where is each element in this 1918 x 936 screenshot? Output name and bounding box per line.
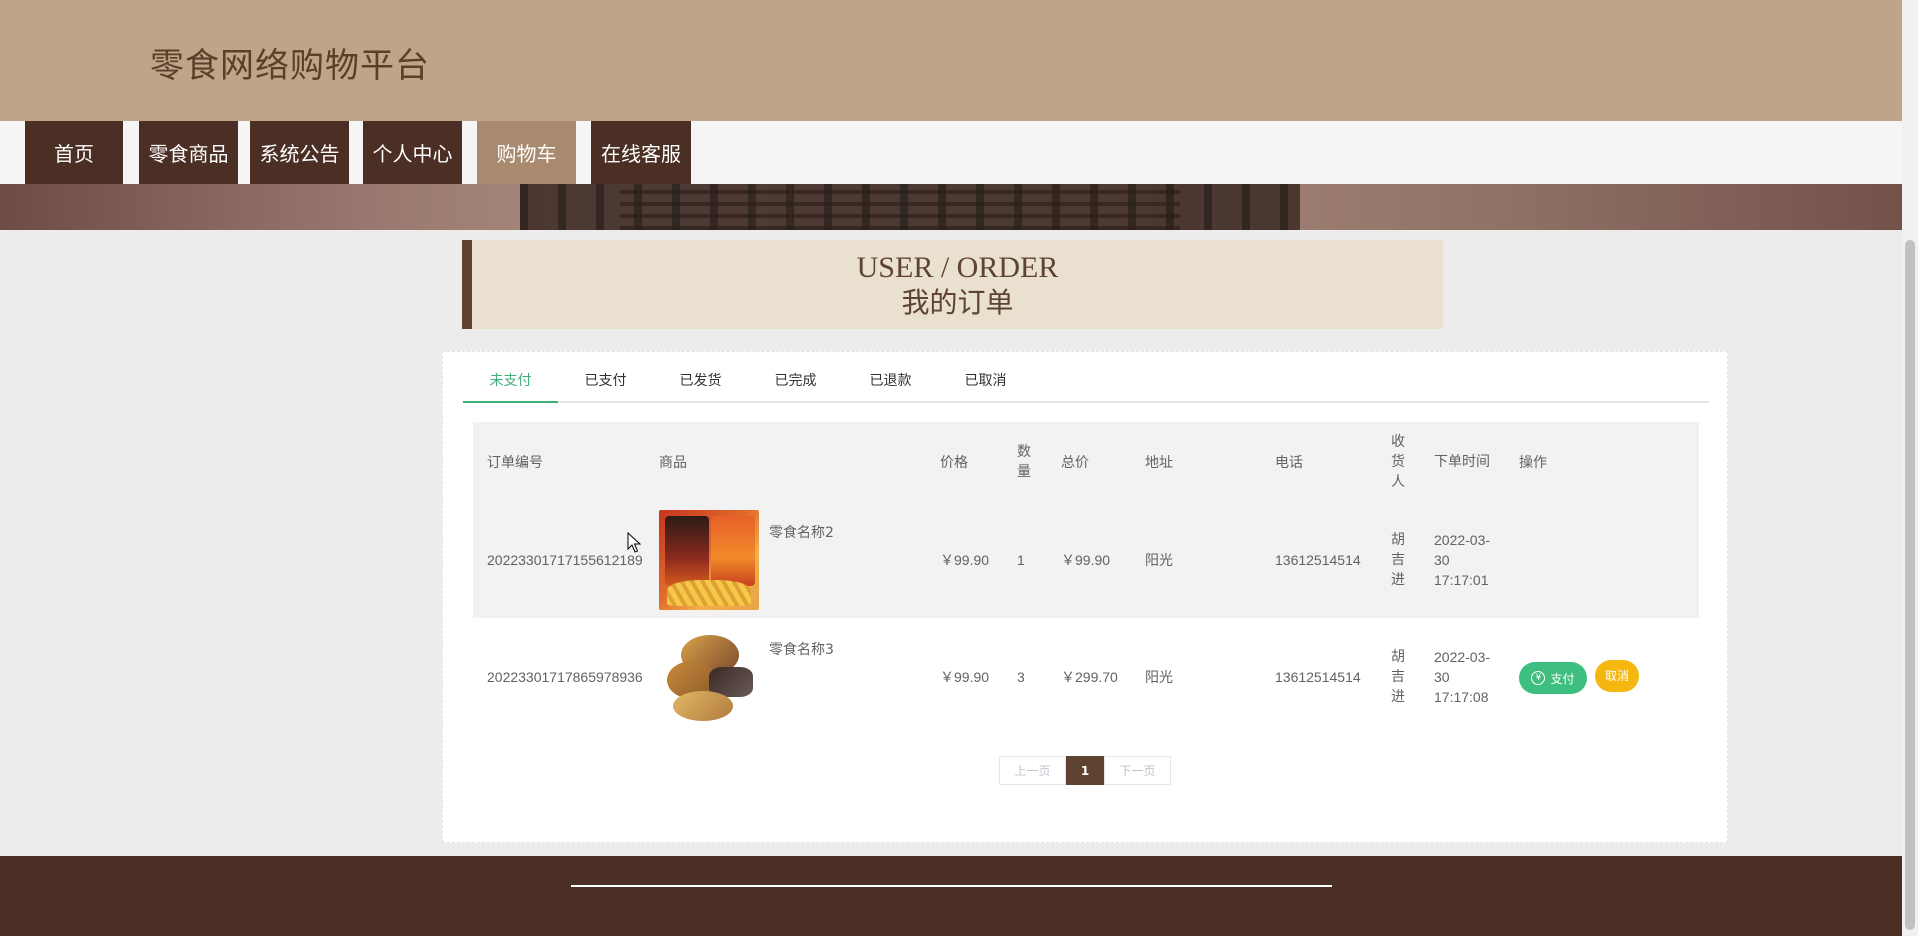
header-receiver: 收货人 xyxy=(1391,422,1434,502)
snack-piece xyxy=(673,691,733,721)
address: 阳光 xyxy=(1145,669,1173,685)
nav-online-service[interactable]: 在线客服 xyxy=(591,121,691,184)
header-quantity-text: 数量 xyxy=(1017,444,1031,480)
receiver-cell: 胡吉进 xyxy=(1391,502,1434,618)
header-goods: 商品 xyxy=(659,455,687,471)
header-actions: 操作 xyxy=(1519,455,1547,471)
tab-paid[interactable]: 已支付 xyxy=(558,352,653,403)
price: ￥99.90 xyxy=(940,669,990,685)
footer-divider xyxy=(571,885,1332,887)
receiver-cell: 胡吉进 xyxy=(1391,618,1434,736)
quantity: 3 xyxy=(1017,669,1025,685)
table-header-row: 订单编号 商品 价格 数量 总价 地址 电话 收货人 下单时间 操作 xyxy=(473,422,1699,502)
pay-button[interactable]: ¥ 支付 xyxy=(1519,662,1587,695)
table-row: 20223301717155612189 零食名称2 ￥99.90 1 ￥99.… xyxy=(473,502,1699,618)
phone: 13612514514 xyxy=(1275,552,1361,568)
nav-snack-products[interactable]: 零食商品 xyxy=(139,121,238,184)
order-no: 20223301717155612189 xyxy=(487,552,643,568)
order-time-cell: 2022-03-30 17:17:08 xyxy=(1434,618,1519,736)
order-time: 2022-03-30 17:17:01 xyxy=(1434,532,1491,588)
pay-button-label: 支付 xyxy=(1550,671,1575,686)
header-receiver-text: 收货人 xyxy=(1391,434,1405,490)
order-no: 20223301717865978936 xyxy=(487,669,643,685)
goods-image[interactable] xyxy=(659,510,759,610)
order-time-cell: 2022-03-30 17:17:01 xyxy=(1434,502,1519,618)
goods-name: 零食名称2 xyxy=(769,525,834,541)
goods-info: 零食名称3 xyxy=(659,627,940,727)
actions-cell: ¥ 支付 取消 xyxy=(1519,618,1699,736)
order-table: 订单编号 商品 价格 数量 总价 地址 电话 收货人 下单时间 操作 20223… xyxy=(473,422,1699,736)
header-total: 总价 xyxy=(1061,455,1089,471)
goods-image[interactable] xyxy=(659,627,759,727)
site-header: 零食网络购物平台 xyxy=(0,0,1902,121)
header-price: 价格 xyxy=(940,455,968,471)
header-order-no: 订单编号 xyxy=(487,455,543,471)
pagination: 上一页 1 下一页 xyxy=(999,756,1171,785)
order-time: 2022-03-30 17:17:08 xyxy=(1434,649,1491,705)
price: ￥99.90 xyxy=(940,552,990,568)
tab-completed[interactable]: 已完成 xyxy=(748,352,843,403)
tab-cancelled[interactable]: 已取消 xyxy=(938,352,1033,403)
receiver: 胡吉进 xyxy=(1391,532,1405,588)
table-row: 20223301717865978936 零食名称3 ￥99.90 3 ￥299… xyxy=(473,618,1699,736)
nav-personal-center[interactable]: 个人中心 xyxy=(363,121,462,184)
total-price: ￥299.70 xyxy=(1061,669,1118,685)
banner-pier-rails xyxy=(620,184,1180,230)
next-page-button[interactable]: 下一页 xyxy=(1104,756,1171,785)
phone: 13612514514 xyxy=(1275,669,1361,685)
nav-cart[interactable]: 购物车 xyxy=(477,121,576,184)
address: 阳光 xyxy=(1145,552,1173,568)
order-title-box: USER / ORDER 我的订单 xyxy=(462,240,1443,329)
yuan-icon: ¥ xyxy=(1531,671,1546,686)
header-quantity: 数量 xyxy=(1017,422,1061,502)
goods-cell: 零食名称3 xyxy=(659,618,940,736)
header-order-time-text: 下单时间 xyxy=(1434,454,1490,470)
banner-image xyxy=(0,184,1902,230)
order-status-tabs: 未支付 已支付 已发货 已完成 已退款 已取消 xyxy=(463,352,1709,403)
prev-page-button[interactable]: 上一页 xyxy=(999,756,1066,785)
mouse-cursor-icon xyxy=(627,532,642,553)
order-title-cn: 我的订单 xyxy=(901,286,1014,319)
actions-cell xyxy=(1519,502,1699,618)
page-number-current[interactable]: 1 xyxy=(1066,756,1104,785)
site-title: 零食网络购物平台 xyxy=(150,46,430,86)
main-nav: 首页 零食商品 系统公告 个人中心 购物车 在线客服 xyxy=(0,121,1902,184)
cancel-button[interactable]: 取消 xyxy=(1595,659,1639,692)
quantity: 1 xyxy=(1017,552,1025,568)
tab-refunded[interactable]: 已退款 xyxy=(843,352,938,403)
goods-cell: 零食名称2 xyxy=(659,502,940,618)
header-order-time: 下单时间 xyxy=(1434,422,1519,502)
nav-home[interactable]: 首页 xyxy=(25,121,123,184)
snack-pack-left xyxy=(665,516,709,586)
tab-active-indicator xyxy=(463,401,558,403)
header-phone: 电话 xyxy=(1275,455,1303,471)
order-card: 未支付 已支付 已发货 已完成 已退款 已取消 订单编号 商品 价格 数量 总价… xyxy=(442,351,1728,843)
snack-pack-right xyxy=(711,516,755,586)
header-address: 地址 xyxy=(1145,455,1173,471)
receiver: 胡吉进 xyxy=(1391,649,1405,705)
tab-unpaid[interactable]: 未支付 xyxy=(463,352,558,403)
goods-name: 零食名称3 xyxy=(769,642,834,658)
scrollbar-thumb[interactable] xyxy=(1905,240,1915,930)
snack-fries xyxy=(667,580,751,606)
goods-info: 零食名称2 xyxy=(659,510,940,610)
order-title-en: USER / ORDER xyxy=(856,251,1059,284)
page-scrollbar[interactable] xyxy=(1902,0,1918,936)
site-footer xyxy=(0,856,1902,936)
tab-shipped[interactable]: 已发货 xyxy=(653,352,748,403)
total-price: ￥99.90 xyxy=(1061,552,1111,568)
nav-announcements[interactable]: 系统公告 xyxy=(250,121,349,184)
